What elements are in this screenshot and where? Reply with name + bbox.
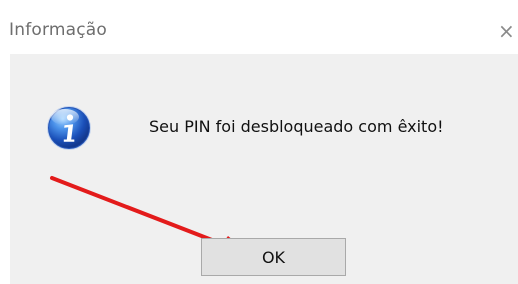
title-bar: Informação × (0, 0, 518, 54)
window-title: Informação (9, 20, 108, 40)
message-dialog: Informação × Seu PIN foi desbloqueado co… (0, 0, 518, 284)
ok-button[interactable]: OK (201, 238, 346, 276)
close-icon[interactable]: × (498, 20, 518, 42)
dialog-content: Seu PIN foi desbloqueado com êxito! OK (10, 54, 518, 284)
